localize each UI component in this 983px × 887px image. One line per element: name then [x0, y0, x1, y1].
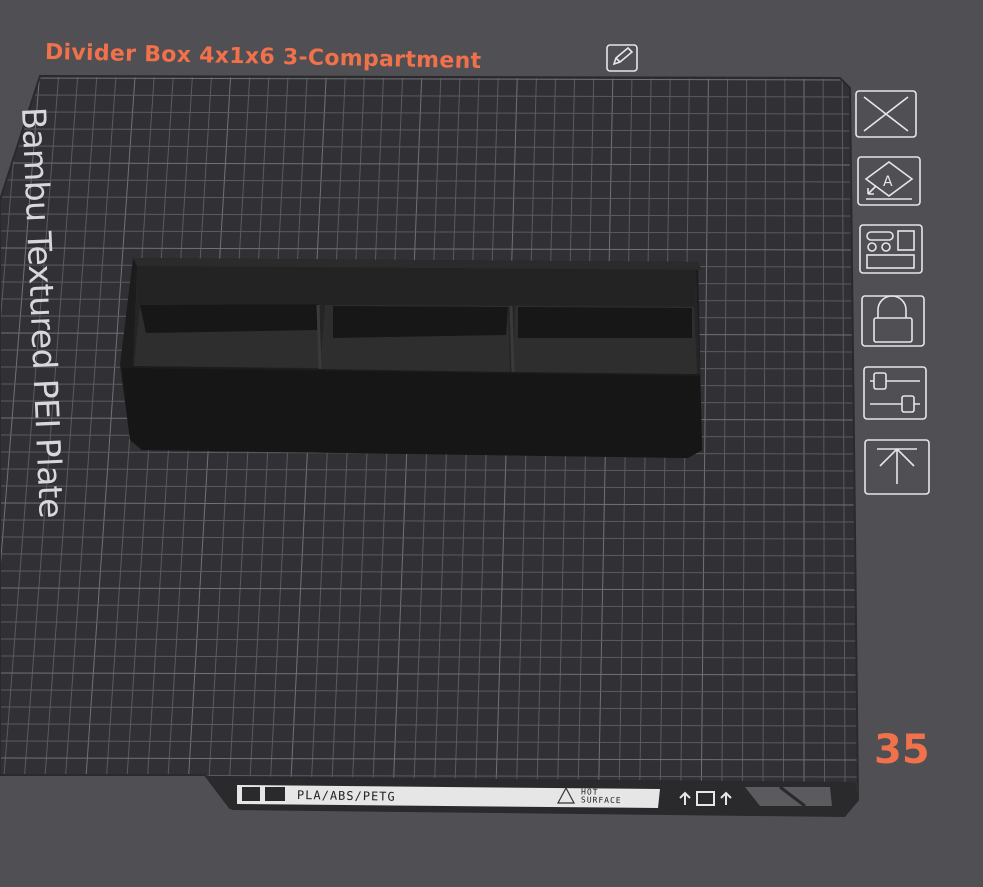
- build-plate-viewport[interactable]: A: [0, 0, 983, 887]
- material-label: PLA/ABS/PETG: [296, 788, 396, 804]
- plate-toolbar: A: [855, 90, 930, 495]
- edit-name-icon[interactable]: [606, 44, 638, 72]
- move-to-top-icon[interactable]: [864, 439, 930, 495]
- sliders-icon[interactable]: [863, 366, 927, 420]
- lock-icon[interactable]: [861, 295, 925, 347]
- svg-text:A: A: [883, 174, 893, 190]
- auto-orient-icon[interactable]: A: [857, 156, 921, 206]
- hot-surface-label: HOT SURFACE: [580, 787, 622, 806]
- close-icon[interactable]: [855, 90, 917, 138]
- divider-box-model[interactable]: [120, 258, 702, 458]
- arrange-icon[interactable]: [859, 224, 923, 274]
- plate-number[interactable]: 35: [874, 727, 930, 773]
